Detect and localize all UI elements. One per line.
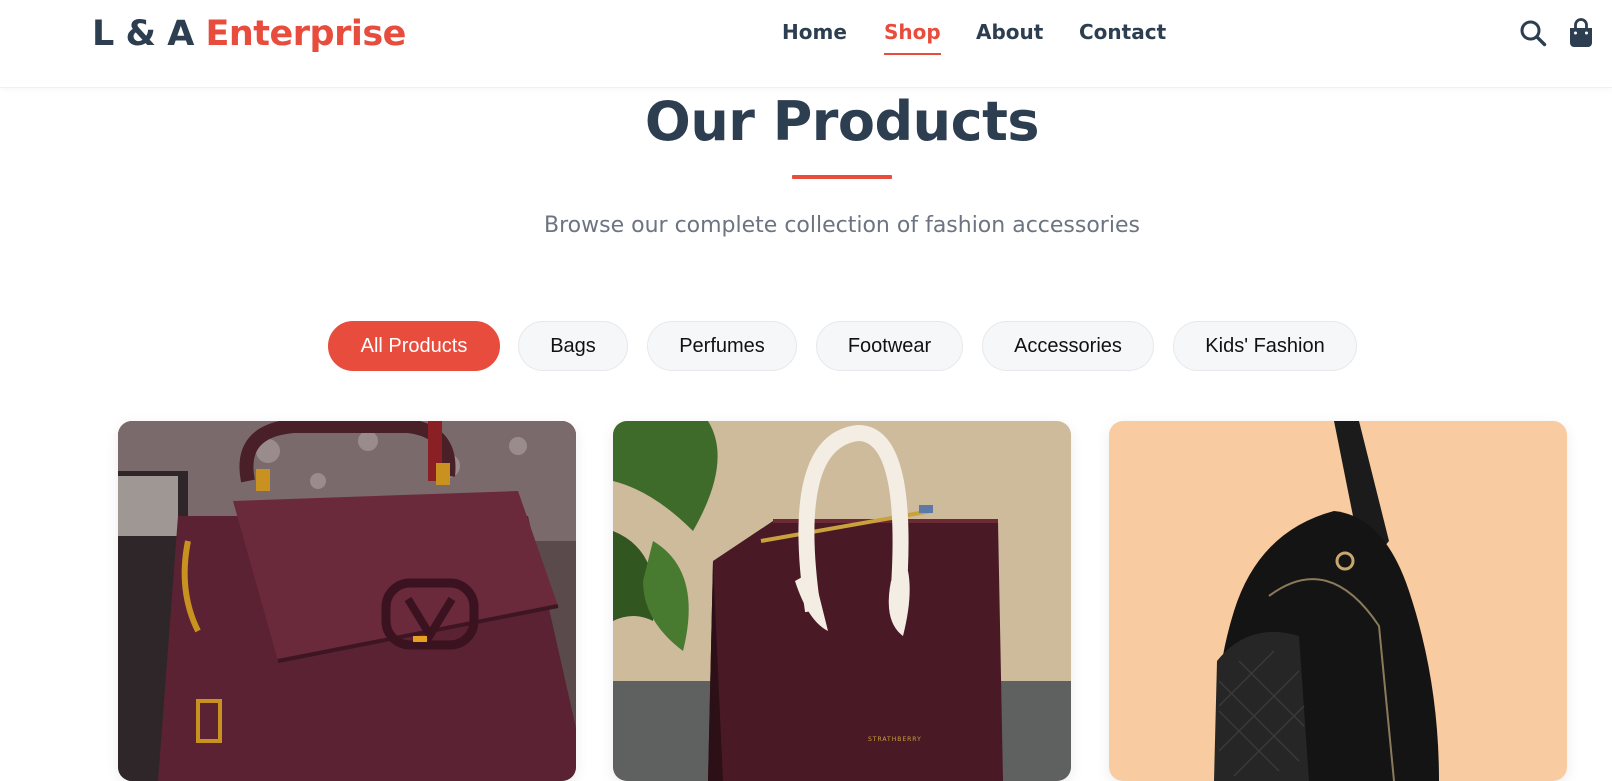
nav-about[interactable]: About: [976, 20, 1043, 44]
filter-all-products[interactable]: All Products: [328, 321, 500, 371]
logo-accent-text: Enterprise: [205, 14, 406, 54]
product-card[interactable]: STRATHBERRY: [613, 421, 1071, 781]
filter-kids-fashion[interactable]: Kids' Fashion: [1173, 321, 1357, 371]
title-divider: [792, 175, 892, 179]
product-card[interactable]: [118, 421, 576, 781]
product-image: STRATHBERRY: [613, 421, 1071, 781]
page-title: Our Products: [644, 90, 1040, 153]
nav-home[interactable]: Home: [782, 20, 847, 44]
filter-bags[interactable]: Bags: [518, 321, 628, 371]
filter-perfumes[interactable]: Perfumes: [647, 321, 797, 371]
page-subtitle: Browse our complete collection of fashio…: [544, 213, 1140, 238]
nav-contact[interactable]: Contact: [1079, 20, 1166, 44]
filter-footwear[interactable]: Footwear: [816, 321, 963, 371]
site-header: L & A Enterprise Home Shop About Contact: [0, 0, 1612, 88]
search-icon[interactable]: [1518, 18, 1548, 48]
svg-text:STRATHBERRY: STRATHBERRY: [868, 736, 922, 743]
product-card[interactable]: [1109, 421, 1567, 781]
shopping-bag-icon[interactable]: [1566, 18, 1596, 48]
brand-logo[interactable]: L & A Enterprise: [92, 14, 406, 54]
product-image: [118, 421, 576, 781]
filter-accessories[interactable]: Accessories: [982, 321, 1154, 371]
product-image: [1109, 421, 1567, 781]
logo-text: L & A: [92, 14, 206, 54]
nav-shop[interactable]: Shop: [884, 20, 941, 55]
